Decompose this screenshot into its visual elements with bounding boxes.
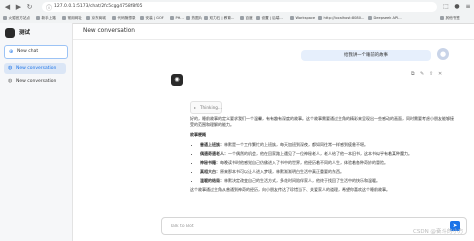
bullet-title: 神秘书籍： xyxy=(200,160,220,165)
bookmark-item[interactable]: 代码随想录 xyxy=(112,13,135,23)
forward-icon[interactable]: ▶ xyxy=(14,3,23,12)
bookmarks-bar: 火狐官方站点 新手上路 常用网址 京东商城 代码随想录 安装 | GOF PH.… xyxy=(0,13,474,23)
conversation-item[interactable]: ◍ New conversation xyxy=(4,63,66,74)
bookmark-item[interactable]: Workspace xyxy=(290,13,315,23)
bookmark-item[interactable]: 新手上路 xyxy=(36,13,56,23)
conversation-item[interactable]: ◍ New conversation xyxy=(4,76,66,87)
new-chat-label: New chat xyxy=(17,49,39,54)
chat-panel: New conversation 给我讲一个睡前的故事 ● ⧉ ✎ ⇪ ✕ ◉ … xyxy=(73,23,474,241)
page-info-icon[interactable]: ⓘ xyxy=(46,3,52,12)
section-title: 故事梗概 xyxy=(190,132,206,137)
bullet-title: 偶遇奇遇老人： xyxy=(200,151,228,156)
address-bar[interactable]: ⓘ 127.0.0.1:5173/chat/2fc5cgg4758f8f05 xyxy=(42,2,437,12)
list-item: 真相大白：原来那本书可以让人进入梦境，林默渐渐明白生活中真正重要的东西。 xyxy=(200,169,457,175)
list-item: 普通上班族：林默是一个工作繁忙的上班族，每天加班到深夜，都如同往常一样感到疲惫不… xyxy=(200,142,457,148)
user-icon: ● xyxy=(439,50,447,58)
list-item: 偶遇奇遇老人：一个偶然的机会，他在回家路上遇见了一位神秘老人，老人给了他一本旧书… xyxy=(200,151,457,157)
bullet-text: 原来那本书可以让人进入梦境，林默渐渐明白生活中真正重要的东西。 xyxy=(220,169,344,174)
bookmark-item[interactable]: 热图片 xyxy=(186,13,202,23)
app-logo xyxy=(5,28,15,38)
sidebar: 测试 ⊕ New chat ◍ New conversation ◍ New c… xyxy=(0,23,73,241)
answer-outro: 这个故事通过主角从普通到神奇的经历，向小朋友传达了珍惜当下、关爱家人的道理，希望… xyxy=(190,187,390,192)
page-title: New conversation xyxy=(83,28,135,34)
bullet-list: 普通上班族：林默是一个工作繁忙的上班族，每天加班到深夜，都如同往常一样感到疲惫不… xyxy=(190,142,457,184)
share-icon[interactable]: ⇪ xyxy=(429,70,433,78)
list-item: 温暖的结局：林默决定改变自己的生活方式，多花时间陪伴家人，他终于找回了生活中的快… xyxy=(200,178,457,184)
menu-icon[interactable]: ≡ xyxy=(464,3,472,11)
new-chat-button[interactable]: ⊕ New chat xyxy=(4,45,68,59)
bullet-title: 温暖的结局： xyxy=(200,178,224,183)
bookmark-item[interactable]: 双力石 | 教育... xyxy=(204,13,234,23)
bookmark-item[interactable]: 设置 | 后端... xyxy=(256,13,283,23)
bookmark-item[interactable]: Deepseek API... xyxy=(368,13,402,23)
profile-icon[interactable]: ● xyxy=(453,3,461,11)
edit-icon[interactable]: ✎ xyxy=(420,70,424,78)
plus-icon: ⊕ xyxy=(9,49,14,55)
message-input[interactable] xyxy=(162,218,456,234)
bookmark-item[interactable]: 京东商城 xyxy=(86,13,106,23)
bookmark-item[interactable]: 百度 xyxy=(240,13,253,23)
bot-icon: ◉ xyxy=(174,76,180,83)
list-item: 神秘书籍：每晚读书时他感觉自己仿佛进入了书中的世界，他经历着不同的人生，体验着各… xyxy=(200,160,457,166)
bot-avatar: ◉ xyxy=(171,74,183,86)
reload-icon[interactable]: ↻ xyxy=(25,3,34,12)
copy-icon[interactable]: ⧉ xyxy=(411,70,415,78)
back-icon[interactable]: ◀ xyxy=(3,3,12,12)
chat-header: New conversation xyxy=(73,23,474,40)
app-title: 测试 xyxy=(19,30,31,36)
bookmark-item[interactable]: 安装 | GOF xyxy=(140,13,164,23)
user-avatar: ● xyxy=(437,48,449,60)
bullet-text: 一个偶然的机会，他在回家路上遇见了一位神秘老人，老人给了他一本旧书，这本书似乎有… xyxy=(228,151,412,156)
chat-icon: ◍ xyxy=(8,65,13,71)
thinking-label: Thinking... xyxy=(200,105,222,110)
chevron-right-icon: ▸ xyxy=(194,105,197,110)
conversation-label: New conversation xyxy=(16,79,57,84)
message-actions: ⧉ ✎ ⇪ ✕ xyxy=(411,70,451,78)
extensions-icon[interactable]: ⬚ xyxy=(442,3,450,11)
browser-toolbar: ◀ ▶ ↻ ⓘ 127.0.0.1:5173/chat/2fc5cgg4758f… xyxy=(0,0,474,24)
bookmark-item[interactable]: 其他书签 xyxy=(440,13,460,23)
user-message-text: 给我讲一个睡前的故事 xyxy=(344,53,388,58)
conversation-label: New conversation xyxy=(16,66,57,71)
bullet-title: 真相大白： xyxy=(200,169,220,174)
bullet-text: 林默决定改变自己的生活方式，多花时间陪伴家人，他终于找回了生活中的快乐和温暖。 xyxy=(224,178,380,183)
bookmark-item[interactable]: 火狐官方站点 xyxy=(3,13,30,23)
answer-intro: 好的，睡前故事的定义要求我们一个温馨，有有趣有深度的故事。这个故事需要通过主角的… xyxy=(190,116,454,127)
bullet-text: 林默是一个工作繁忙的上班族，每天加班到深夜，都如同往常一样感到疲惫不堪。 xyxy=(224,142,368,147)
bookmark-item[interactable]: 常用网址 xyxy=(62,13,82,23)
chat-icon: ◍ xyxy=(8,78,13,84)
bookmark-item[interactable]: PH... xyxy=(170,13,184,23)
bullet-text: 每晚读书时他感觉自己仿佛进入了书中的世界，他经历着不同的人生，体验着各种奇妙的冒… xyxy=(220,160,388,165)
watermark: CSDN @奋斗的小方 xyxy=(413,229,464,235)
url-text: 127.0.0.1:5173/chat/2fc5cgg4758f8f05 xyxy=(54,4,143,9)
delete-icon[interactable]: ✕ xyxy=(438,70,442,78)
user-message-bubble: 给我讲一个睡前的故事 xyxy=(301,50,431,61)
thinking-toggle[interactable]: ▸ Thinking... xyxy=(190,101,222,114)
bookmark-item[interactable]: http://localhost:8080... xyxy=(318,13,364,23)
bullet-title: 普通上班族： xyxy=(200,142,224,147)
